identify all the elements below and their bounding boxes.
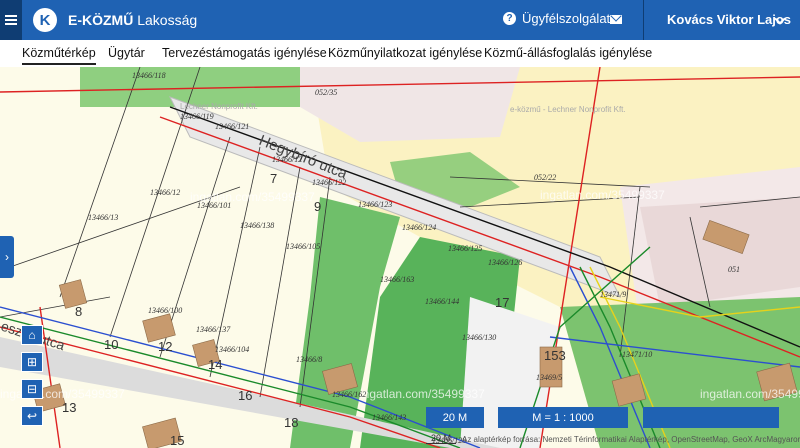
scale-bar-label: 20 M <box>442 411 468 424</box>
map-attribution: Az alaptérkép forrása: Nemzeti Térinform… <box>462 435 800 444</box>
scale-ratio[interactable]: M = 1 : 1000 <box>498 407 628 428</box>
app-logo[interactable]: K <box>33 8 57 32</box>
owner-label: e-közmű - Lechner Nonprofit Kft. <box>510 105 626 114</box>
minus-square-icon: ⊟ <box>26 382 38 396</box>
parcel-label: 13466/126 <box>488 258 522 267</box>
parcel-label: 13466/122 <box>312 178 346 187</box>
parcel-label: 13471/10 <box>622 350 652 359</box>
support-link[interactable]: ? Ügyfélszolgálat <box>503 11 610 26</box>
tab-kozmuterkep[interactable]: Közműtérkép <box>22 46 96 65</box>
parcel-label: 13466/143 <box>372 413 406 422</box>
zoom-out-button[interactable]: ⊟ <box>21 379 43 399</box>
question-icon: ? <box>503 12 516 25</box>
watermark: ingatlan.com/35499337 <box>540 188 665 202</box>
parcel-label: 13466/162 <box>332 390 366 399</box>
tab-kozmu-allasfoglalas[interactable]: Közmű-állásfoglalás igénylése <box>484 46 652 60</box>
user-menu[interactable]: Kovács Viktor Lajos <box>667 12 791 27</box>
zoom-in-button[interactable]: ⊞ <box>21 352 43 372</box>
parcel-label: 13466/118 <box>132 71 166 80</box>
undo-icon: ↩ <box>26 409 38 423</box>
side-panel-toggle[interactable]: › <box>0 236 14 278</box>
house-number: 14 <box>208 357 222 372</box>
house-number: 17 <box>495 295 509 310</box>
tab-ugytar[interactable]: Ügytár <box>108 46 145 60</box>
house-number: 18 <box>284 415 298 430</box>
home-button[interactable]: ⌂ <box>21 325 43 345</box>
coordinate-box[interactable] <box>643 407 779 428</box>
parcel-label: 13466/104 <box>215 345 249 354</box>
parcel-label: 052/35 <box>315 88 337 97</box>
support-label: Ügyfélszolgálat <box>522 11 611 26</box>
top-bar: K E-KÖZMŰ Lakosság ? Ügyfélszolgálat Kov… <box>0 0 800 40</box>
mail-icon[interactable] <box>610 15 622 24</box>
house-number: 153 <box>544 348 566 363</box>
mini-scale-bar: 20 M <box>426 433 456 444</box>
parcel-label: 13466/138 <box>240 221 274 230</box>
parcel-label: 13469/5 <box>536 373 562 382</box>
parcel-label: 13466/8 <box>296 355 322 364</box>
parcel-label: 052/22 <box>534 173 556 182</box>
scale-ratio-label: M = 1 : 1000 <box>532 411 594 424</box>
owner-label: Lechner Nonprofit Kft. <box>180 102 258 111</box>
watermark: ingatlan.com/35499337 <box>360 387 485 401</box>
scale-bar: 20 M <box>426 407 484 428</box>
parcel-label: 13466/121 <box>215 122 249 131</box>
parcel-label: 13466/119 <box>180 112 214 121</box>
house-number: 10 <box>104 337 118 352</box>
parcel-label: 13466/123 <box>358 200 392 209</box>
app-title: E-KÖZMŰ Lakosság <box>68 12 197 28</box>
menu-button[interactable] <box>0 0 22 40</box>
house-number: 7 <box>270 171 277 186</box>
parcel-label: 13471/9 <box>600 290 626 299</box>
house-number: 9 <box>314 199 321 214</box>
watermark: ingatlan.com/35499337 <box>0 387 125 401</box>
parcel-label: 13466/105 <box>286 242 320 251</box>
house-number: 15 <box>170 433 184 448</box>
tab-kozmunyilatkozat[interactable]: Közműnyilatkozat igénylése <box>328 46 482 60</box>
parcel-label: 13466/124 <box>402 223 436 232</box>
parcel-label: 13466/130 <box>462 333 496 342</box>
watermark: ingatlan.com/35499337 <box>700 387 800 401</box>
tab-tervezestamogatas[interactable]: Tervezéstámogatás igénylése <box>162 46 327 60</box>
parcel-label: 13466/101 <box>197 201 231 210</box>
brand-name: E-KÖZMŰ <box>68 12 134 28</box>
user-divider <box>643 0 644 40</box>
house-number: 12 <box>158 339 172 354</box>
utility-map[interactable]: ingatlan.com/35499337 ingatlan.com/35499… <box>0 67 800 448</box>
parcel-label: 13466/163 <box>380 275 414 284</box>
parcel-label: 13466/144 <box>425 297 459 306</box>
home-icon: ⌂ <box>28 328 36 342</box>
parcel-label: 13466/137 <box>196 325 231 334</box>
back-button[interactable]: ↩ <box>21 406 43 426</box>
plus-square-icon: ⊞ <box>26 355 38 369</box>
nav-tabs: Közműtérkép Ügytár Tervezéstámogatás igé… <box>0 40 800 68</box>
hamburger-icon <box>5 15 17 25</box>
parcel-label: 13466/12 <box>150 188 180 197</box>
house-number: 13 <box>62 400 76 415</box>
brand-subtitle: Lakosság <box>133 12 198 28</box>
chevron-right-icon: › <box>5 250 9 264</box>
parcel-label: 13466/100 <box>148 306 182 315</box>
house-number: 8 <box>75 304 82 319</box>
map-canvas[interactable]: ingatlan.com/35499337 ingatlan.com/35499… <box>0 67 800 448</box>
parcel-label: 13466/12 <box>272 155 302 164</box>
parcel-label: 13466/13 <box>88 213 118 222</box>
house-number: 16 <box>238 388 252 403</box>
parcel-label: 13466/125 <box>448 244 482 253</box>
parcel-label: 051 <box>728 265 740 274</box>
